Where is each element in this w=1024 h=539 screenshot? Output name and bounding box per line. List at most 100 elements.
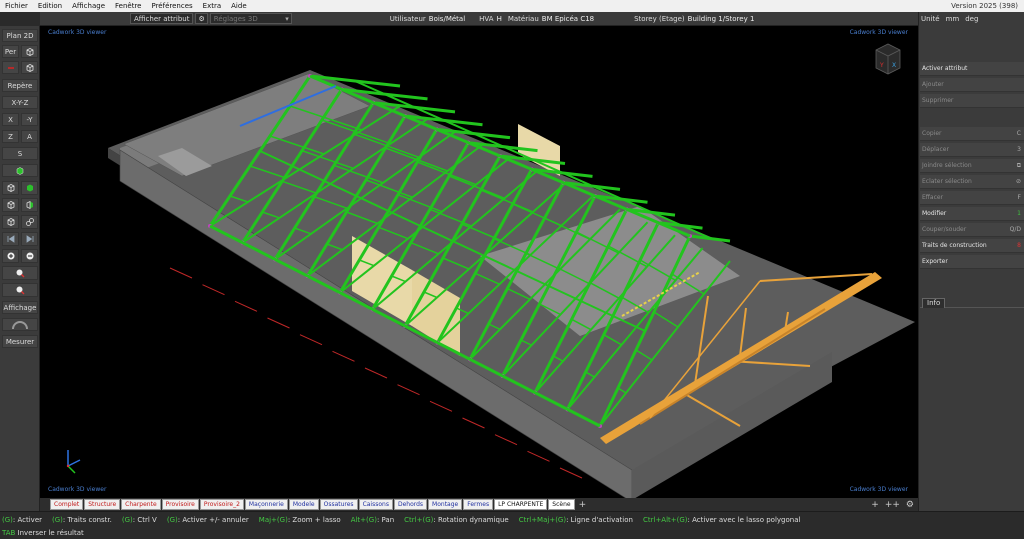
- tab-structure[interactable]: Structure: [84, 499, 121, 510]
- view-s-button[interactable]: S: [2, 147, 38, 160]
- menu-fenetre[interactable]: Fenêtre: [110, 2, 146, 10]
- cube-half-green-icon[interactable]: [21, 198, 38, 212]
- cube-green-icon[interactable]: [21, 181, 38, 195]
- 3d-viewport[interactable]: Y X Cadwork 3D viewer Cadwork 3D viewer …: [40, 26, 918, 498]
- show-attribute-button[interactable]: Afficher attribut: [130, 13, 194, 24]
- perspective-button[interactable]: Per: [2, 45, 19, 58]
- storey-value[interactable]: Building 1/Storey 1: [688, 15, 755, 23]
- step-forward-icon[interactable]: [21, 232, 38, 246]
- view-a-button[interactable]: A: [21, 130, 38, 143]
- green-solid-icon[interactable]: [2, 164, 38, 177]
- move-button[interactable]: Déplacer 3: [920, 143, 1024, 157]
- menu-extra[interactable]: Extra: [198, 2, 226, 10]
- version-label: Version 2025 (398): [951, 2, 1018, 10]
- cube-outline-icon[interactable]: [2, 181, 19, 195]
- gauge-icon[interactable]: [2, 318, 38, 331]
- mesurer-button[interactable]: Mesurer: [2, 335, 38, 348]
- cube-view-icon[interactable]: [21, 45, 38, 58]
- xyz-button[interactable]: X-Y-Z: [2, 96, 38, 109]
- dimension-tick: [429, 400, 453, 412]
- layer-tabs-bar: Complet Structure Charpente Provisoire P…: [40, 498, 918, 511]
- tab-scene[interactable]: Scène: [548, 499, 575, 510]
- settings-3d-select[interactable]: Réglages 3D: [209, 13, 292, 24]
- menu-affichage[interactable]: Affichage: [67, 2, 110, 10]
- cube-wire-icon[interactable]: [21, 61, 38, 74]
- hint-activate: (G): Activer: [2, 515, 43, 524]
- tab-complet[interactable]: Complet: [50, 499, 84, 510]
- building-3d-model[interactable]: Y X: [40, 26, 918, 498]
- explode-selection-button[interactable]: Eclater sélection ⊘: [920, 175, 1024, 189]
- tab-modele[interactable]: Modele: [288, 499, 319, 510]
- tab-charpente[interactable]: Charpente: [121, 499, 161, 510]
- tabs-settings-icon[interactable]: ⚙: [906, 500, 914, 510]
- hint-activate-undo: (G): Activer +/- annuler: [166, 515, 249, 524]
- view-x-button[interactable]: X: [2, 113, 19, 126]
- red-cross-icon[interactable]: [2, 61, 19, 74]
- add-multiple-button[interactable]: ++: [885, 500, 900, 510]
- dimension-tick: [559, 467, 583, 479]
- link-icon[interactable]: [21, 215, 38, 229]
- copy-button[interactable]: Copier C: [920, 127, 1024, 141]
- modify-button[interactable]: Modifier 1: [920, 207, 1024, 221]
- navcube-y-letter: Y: [879, 62, 884, 69]
- tab-provisoire-2[interactable]: Provisoire_2: [199, 499, 244, 510]
- dimension-tick: [234, 300, 258, 312]
- tab-ossatures[interactable]: Ossatures: [319, 499, 358, 510]
- top-toolbar: Afficher attribut ⚙ Réglages 3D Utilisat…: [40, 12, 918, 26]
- menu-preferences[interactable]: Préférences: [146, 2, 197, 10]
- dimension-tick: [267, 317, 290, 329]
- menu-aide[interactable]: Aide: [226, 2, 251, 10]
- zoom-all-icon[interactable]: [2, 266, 38, 280]
- tab-lp-charpente[interactable]: LP CHARPENTE: [494, 499, 548, 510]
- erase-button[interactable]: Effacer F: [920, 191, 1024, 205]
- export-button[interactable]: Exporter: [920, 255, 1024, 269]
- tab-caissons[interactable]: Caissons: [358, 499, 393, 510]
- tab-provisoire[interactable]: Provisoire: [161, 499, 199, 510]
- dimension-tick: [202, 284, 225, 296]
- menu-fichier[interactable]: Fichier: [0, 2, 33, 10]
- settings-3d-icon[interactable]: ⚙: [195, 13, 208, 24]
- dimension-tick: [299, 334, 323, 346]
- unit-angle[interactable]: deg: [965, 15, 978, 23]
- modify-label: Modifier: [922, 210, 947, 217]
- activate-attribute-label: Activer attribut: [922, 65, 968, 72]
- join-selection-button[interactable]: Joindre sélection ⧉: [920, 159, 1024, 173]
- activate-attribute-button[interactable]: Activer attribut: [920, 62, 1024, 76]
- hint-zoom-lasso: Maj+(G): Zoom + lasso: [258, 515, 341, 524]
- repere-button[interactable]: Repère: [2, 79, 38, 92]
- add-tab-button[interactable]: +: [579, 500, 587, 510]
- right-panel: Unité mm deg Activer attribut Ajouter Su…: [918, 12, 1024, 511]
- dimension-tick: [462, 417, 485, 429]
- delete-button[interactable]: Supprimer: [920, 94, 1024, 108]
- hva-value[interactable]: H: [497, 15, 502, 23]
- construction-lines-button[interactable]: Traits de construction 8: [920, 239, 1024, 253]
- info-tab[interactable]: Info: [922, 298, 946, 308]
- info-tab-bar: Info: [920, 298, 1024, 308]
- zoom-out-icon[interactable]: [21, 249, 38, 263]
- view-minus-y-button[interactable]: -Y: [21, 113, 38, 126]
- navigation-cube[interactable]: Y X: [875, 43, 901, 75]
- tab-montage[interactable]: Montage: [428, 499, 463, 510]
- hint-paste: (G): Ctrl V: [121, 515, 157, 524]
- add-button[interactable]: Ajouter: [920, 78, 1024, 92]
- plan-2d-button[interactable]: Plan 2D: [2, 29, 38, 42]
- add-button[interactable]: +: [871, 500, 879, 510]
- cut-weld-button[interactable]: Couper/souder Q/D: [920, 223, 1024, 237]
- material-value[interactable]: BM Epicéa C18: [542, 15, 594, 23]
- menu-edition[interactable]: Edition: [33, 2, 67, 10]
- cube-outline-3-icon[interactable]: [2, 215, 19, 229]
- unit-length[interactable]: mm: [946, 15, 960, 23]
- zoom-window-icon[interactable]: [2, 283, 38, 297]
- storey-label: Storey (Etage): [634, 14, 685, 23]
- user-value[interactable]: Bois/Métal: [429, 15, 465, 23]
- zoom-in-icon[interactable]: [2, 249, 19, 263]
- tab-fermes[interactable]: Fermes: [463, 499, 494, 510]
- tab-maconnerie[interactable]: Maçonnerie: [244, 499, 288, 510]
- tab-dehords[interactable]: Dehords: [393, 499, 428, 510]
- viewer-label-bottom-left: Cadwork 3D viewer: [48, 486, 107, 493]
- view-z-button[interactable]: Z: [2, 130, 19, 143]
- step-back-icon[interactable]: [2, 232, 19, 246]
- construction-lines-shortcut: 8: [1017, 242, 1021, 249]
- cube-outline-2-icon[interactable]: [2, 198, 19, 212]
- affichage-button[interactable]: Affichage: [2, 301, 38, 314]
